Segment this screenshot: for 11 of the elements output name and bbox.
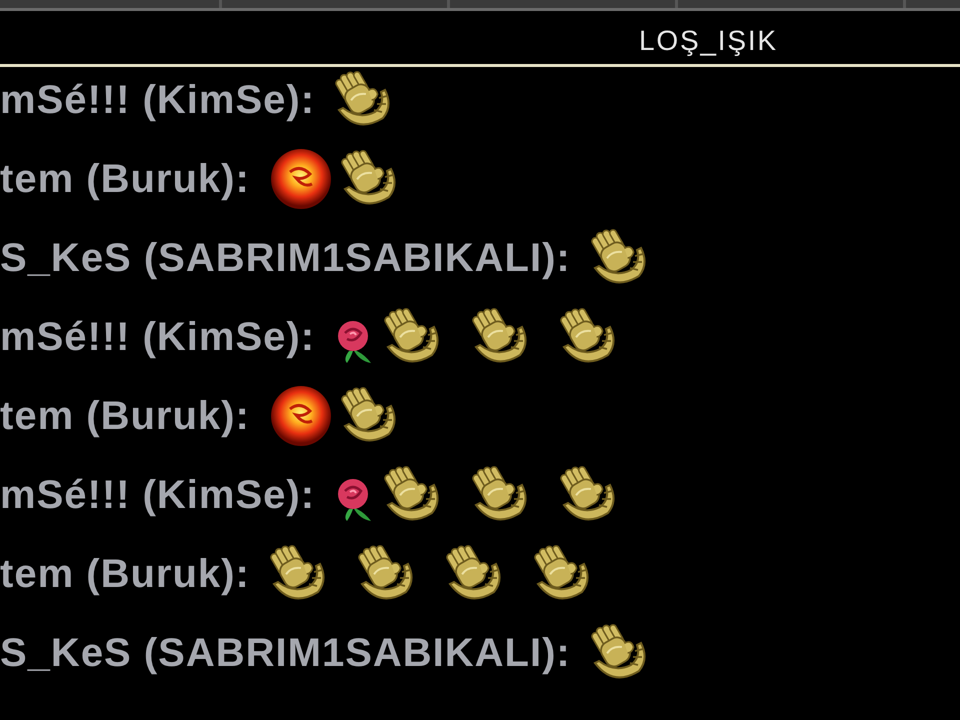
sender-name: tem (Buruk): bbox=[0, 156, 250, 202]
sender-name: mSé!!! (KimSe): bbox=[0, 76, 316, 122]
sender-name: S_KeS (SABRIM1SABIKALI): bbox=[0, 234, 571, 280]
fireball-icon bbox=[270, 148, 332, 210]
fireball-icon bbox=[270, 384, 332, 446]
sender-name: mSé!!! (KimSe): bbox=[0, 472, 316, 518]
sender-name: tem (Buruk): bbox=[0, 550, 250, 596]
sender-name: mSé!!! (KimSe): bbox=[0, 314, 316, 360]
channel-title: LOŞ_IŞIK bbox=[639, 24, 778, 57]
sender-name: tem (Buruk): bbox=[0, 392, 250, 438]
sender-name: S_KeS (SABRIM1SABIKALI): bbox=[0, 630, 571, 676]
